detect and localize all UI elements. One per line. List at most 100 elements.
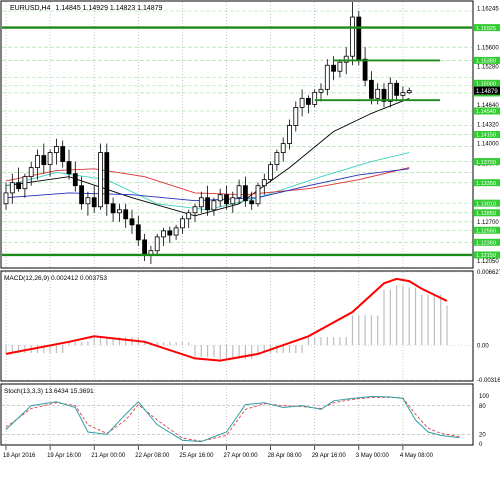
price-grid — [2, 10, 472, 243]
time-tick-label: 3 May 00:00 — [356, 453, 390, 459]
candle-body-bull — [230, 197, 236, 205]
candle — [179, 215, 185, 234]
candle — [104, 143, 110, 216]
support-resistance-levels[interactable] — [2, 26, 472, 257]
stoch-axis: 100 80 20 0 — [479, 394, 490, 448]
candle-body-bull — [375, 88, 381, 99]
time-tick-label: 21 Apr 00:00 — [91, 453, 126, 459]
candle-body-bull — [236, 185, 242, 199]
candle — [293, 101, 299, 132]
time-grid — [5, 2, 404, 444]
candle-body-bull — [255, 185, 261, 205]
candle-body-bear — [205, 197, 211, 211]
candle-body-bear — [91, 197, 97, 208]
candle — [236, 179, 242, 204]
candle — [72, 161, 78, 192]
candle — [117, 203, 122, 222]
candle-body-bear — [60, 146, 66, 163]
candle — [356, 11, 362, 66]
candle-body-bear — [394, 82, 400, 96]
candle — [406, 87, 412, 94]
candle — [230, 191, 236, 213]
candle-body-bull — [179, 218, 185, 229]
candle-body-bear — [72, 173, 78, 187]
stoch-grid — [2, 405, 472, 435]
stoch-tick-label: 100 — [479, 394, 490, 400]
candle — [387, 77, 393, 108]
candle-body-bull — [261, 179, 267, 187]
time-tick-label: 19 Apr 16:00 — [47, 453, 82, 459]
candle-body-bull — [9, 182, 15, 194]
candle-body-bear — [123, 209, 129, 220]
candle-body-bull — [400, 92, 406, 96]
stoch-tick-label: 80 — [479, 404, 486, 410]
candle-body-bear — [79, 185, 84, 205]
time-tick-label: 22 Apr 08:00 — [135, 453, 170, 459]
level-label-text: 1.12850 — [476, 211, 496, 217]
candle — [3, 182, 9, 210]
candle-body-bull — [192, 206, 198, 214]
candle — [161, 227, 166, 246]
candle-body-bull — [98, 152, 103, 208]
candle — [60, 140, 66, 168]
candle-body-bear — [356, 16, 362, 60]
candle — [54, 138, 59, 165]
ohlc-label: 1.14845 1.14929 1.14823 1.14879 — [55, 5, 162, 12]
candle-body-bear — [167, 230, 173, 236]
candle-body-bull — [274, 152, 280, 166]
level-label-text: 1.14150 — [476, 133, 496, 139]
candle-body-bull — [318, 88, 324, 93]
candle-body-bear — [129, 218, 135, 226]
time-tick-label: 18 Apr 2016 — [3, 453, 36, 459]
candle — [16, 167, 22, 192]
macd-label: MACD(12,26,9) 0.002412 0.003753 — [4, 275, 107, 282]
stoch-main-line — [5, 395, 460, 443]
level-label-text: 1.14540 — [476, 109, 496, 115]
candle — [110, 197, 116, 222]
candle — [287, 119, 292, 150]
macd-panel-frame — [0, 270, 474, 382]
candle-body-bull — [280, 143, 286, 153]
candle-body-bear — [368, 79, 374, 99]
candle-body-bear — [135, 224, 141, 241]
candle-body-bull — [406, 90, 412, 94]
mt4-chart-window: 1.162451.159251.156001.152801.149601.146… — [0, 0, 500, 488]
candle — [299, 89, 305, 117]
candle — [280, 137, 286, 162]
candle — [85, 191, 91, 216]
level-label-text: 1.15380 — [476, 59, 496, 65]
candle — [337, 59, 343, 78]
symbol-label: EURUSD,H4 — [10, 5, 51, 12]
candle — [142, 233, 148, 261]
candle-body-bull — [3, 192, 9, 205]
candle — [135, 215, 141, 246]
candle — [98, 143, 103, 210]
candle — [394, 80, 400, 102]
candle-body-bear — [16, 182, 22, 190]
level-label-text: 1.13010 — [476, 201, 496, 207]
candle — [224, 185, 229, 210]
candle-body-bear — [66, 161, 72, 175]
macd-tick-label: 0.00 — [477, 343, 489, 349]
candle — [192, 203, 198, 222]
candle — [123, 203, 129, 228]
chart-canvas[interactable]: 1.162451.159251.156001.152801.149601.146… — [0, 0, 500, 488]
candle-body-bull — [268, 164, 274, 181]
candle — [268, 161, 274, 183]
candle-body-bull — [85, 197, 91, 205]
candle — [217, 188, 223, 207]
level-label-text: 1.12360 — [476, 241, 496, 247]
price-tick-label: 1.16245 — [477, 7, 499, 13]
candle-body-bull — [299, 97, 305, 108]
candle — [186, 209, 192, 228]
candle-body-bull — [211, 200, 217, 211]
candle-body-bull — [47, 152, 53, 166]
candle — [41, 143, 47, 174]
candle-body-bull — [154, 236, 160, 252]
price-tick-label: 1.12050 — [477, 259, 499, 265]
candle-body-bull — [312, 91, 318, 105]
candle-body-bull — [217, 194, 223, 202]
time-tick-label: 28 Apr 08:00 — [268, 453, 303, 459]
candle-body-bull — [337, 61, 343, 72]
candle — [350, 2, 355, 66]
